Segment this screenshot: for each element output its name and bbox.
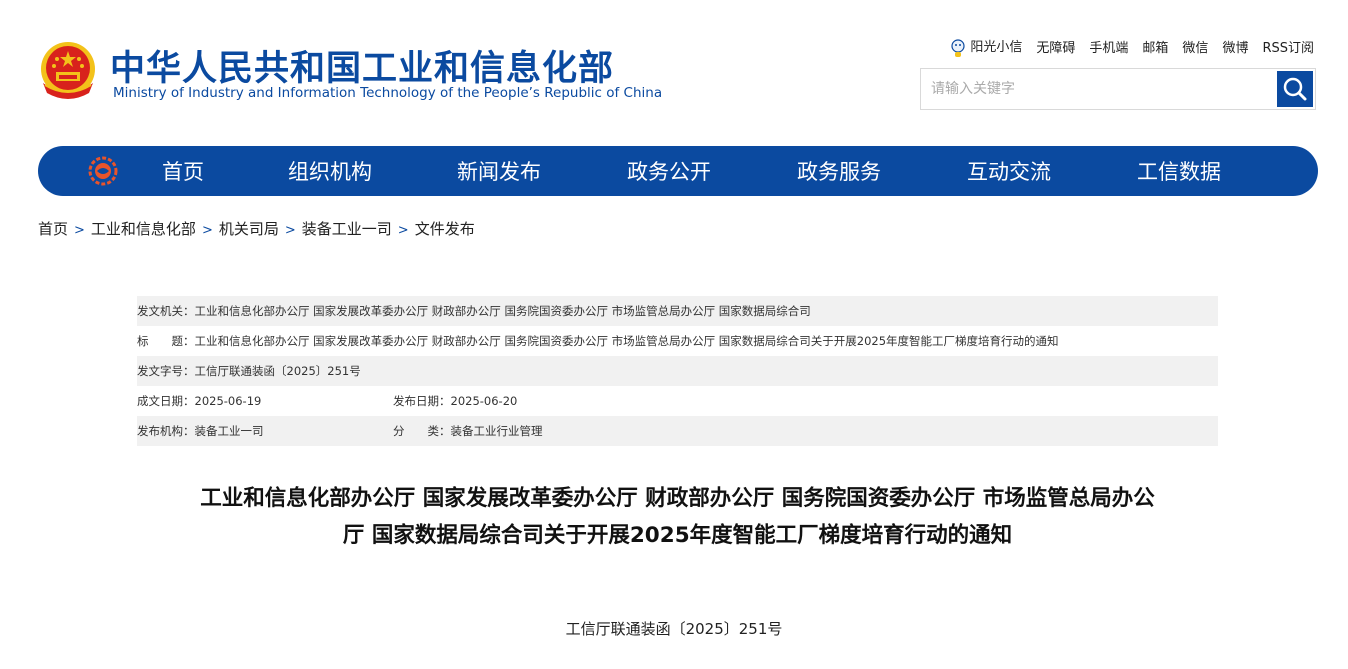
toplink-sunshine[interactable]: 阳光小信: [950, 36, 1022, 58]
toplink-label: 阳光小信: [970, 40, 1023, 55]
document-metadata: 发文机关：工业和信息化部办公厅 国家发展改革委办公厅 财政部办公厅 国务院国资委…: [137, 296, 1218, 446]
search-input[interactable]: [921, 69, 1273, 109]
meta-category: 分 类：装备工业行业管理: [393, 424, 543, 438]
meta-row-title: 标 题：工业和信息化部办公厅 国家发展改革委办公厅 财政部办公厅 国务院国资委办…: [137, 326, 1218, 356]
breadcrumb-equipment-dept[interactable]: 装备工业一司: [302, 220, 392, 238]
meta-row-publisher: 发布机构：装备工业一司 分 类：装备工业行业管理: [137, 416, 1218, 446]
meta-written-date: 成文日期：2025-06-19: [137, 394, 262, 408]
meta-row-doc-number: 发文字号：工信厅联通装函〔2025〕251号: [137, 356, 1218, 386]
meta-row-dates: 成文日期：2025-06-19 发布日期：2025-06-20: [137, 386, 1218, 416]
nav-news[interactable]: 新闻发布: [457, 146, 541, 196]
toplink-weibo[interactable]: 微博: [1222, 37, 1248, 56]
toplink-mail[interactable]: 邮箱: [1142, 37, 1168, 56]
search-button[interactable]: [1277, 71, 1313, 107]
miit-logo-icon: [88, 156, 118, 186]
site-title[interactable]: 中华人民共和国工业和信息化部: [110, 40, 614, 91]
breadcrumb-documents[interactable]: 文件发布: [415, 220, 475, 238]
nav-home[interactable]: 首页: [162, 146, 204, 196]
breadcrumb-departments[interactable]: 机关司局: [219, 220, 279, 238]
nav-government-services[interactable]: 政务服务: [797, 146, 881, 196]
breadcrumb: 首页 > 工业和信息化部 > 机关司局 > 装备工业一司 > 文件发布: [38, 218, 475, 239]
top-links: 阳光小信 无障碍 手机端 邮箱 微信 微博 RSS订阅: [950, 36, 1314, 58]
search-icon: [1283, 77, 1307, 101]
meta-row-issuer: 发文机关：工业和信息化部办公厅 国家发展改革委办公厅 财政部办公厅 国务院国资委…: [137, 296, 1218, 326]
chevron-right-icon: >: [284, 223, 296, 238]
nav-government-affairs[interactable]: 政务公开: [627, 146, 711, 196]
meta-publisher: 发布机构：装备工业一司: [137, 424, 264, 438]
toplink-accessibility[interactable]: 无障碍: [1036, 37, 1075, 56]
meta-issuer: 发文机关：工业和信息化部办公厅 国家发展改革委办公厅 财政部办公厅 国务院国资委…: [137, 304, 811, 318]
breadcrumb-home[interactable]: 首页: [38, 220, 68, 238]
nav-organization[interactable]: 组织机构: [288, 146, 372, 196]
national-emblem-icon: [41, 42, 95, 99]
meta-doc-number: 发文字号：工信厅联通装函〔2025〕251号: [137, 364, 361, 378]
search-box: [920, 68, 1316, 110]
chevron-right-icon: >: [74, 223, 85, 238]
chevron-right-icon: >: [201, 223, 213, 238]
meta-publish-date: 发布日期：2025-06-20: [393, 394, 518, 408]
main-nav: 首页 组织机构 新闻发布 政务公开 政务服务 互动交流 工信数据: [38, 146, 1318, 196]
nav-data[interactable]: 工信数据: [1137, 146, 1221, 196]
site-header: 中华人民共和国工业和信息化部 Ministry of Industry and …: [0, 0, 1348, 140]
mascot-icon: [951, 38, 965, 57]
site-title-en: Ministry of Industry and Information Tec…: [113, 85, 663, 101]
toplink-rss[interactable]: RSS订阅: [1262, 37, 1314, 56]
toplink-wechat[interactable]: 微信: [1182, 37, 1208, 56]
article-title-line: 厅 国家数据局综合司关于开展2025年度智能工厂梯度培育行动的通知: [342, 523, 1013, 548]
article-title: 工业和信息化部办公厅 国家发展改革委办公厅 财政部办公厅 国务院国资委办公厅 市…: [137, 480, 1218, 554]
article-title-line: 工业和信息化部办公厅 国家发展改革委办公厅 财政部办公厅 国务院国资委办公厅 市…: [200, 486, 1155, 511]
chevron-right-icon: >: [397, 223, 409, 238]
toplink-mobile[interactable]: 手机端: [1089, 37, 1128, 56]
article-doc-number: 工信厅联通装函〔2025〕251号: [565, 620, 783, 638]
nav-interaction[interactable]: 互动交流: [967, 146, 1051, 196]
meta-title: 标 题：工业和信息化部办公厅 国家发展改革委办公厅 财政部办公厅 国务院国资委办…: [137, 334, 1059, 348]
breadcrumb-miit[interactable]: 工业和信息化部: [91, 220, 196, 238]
